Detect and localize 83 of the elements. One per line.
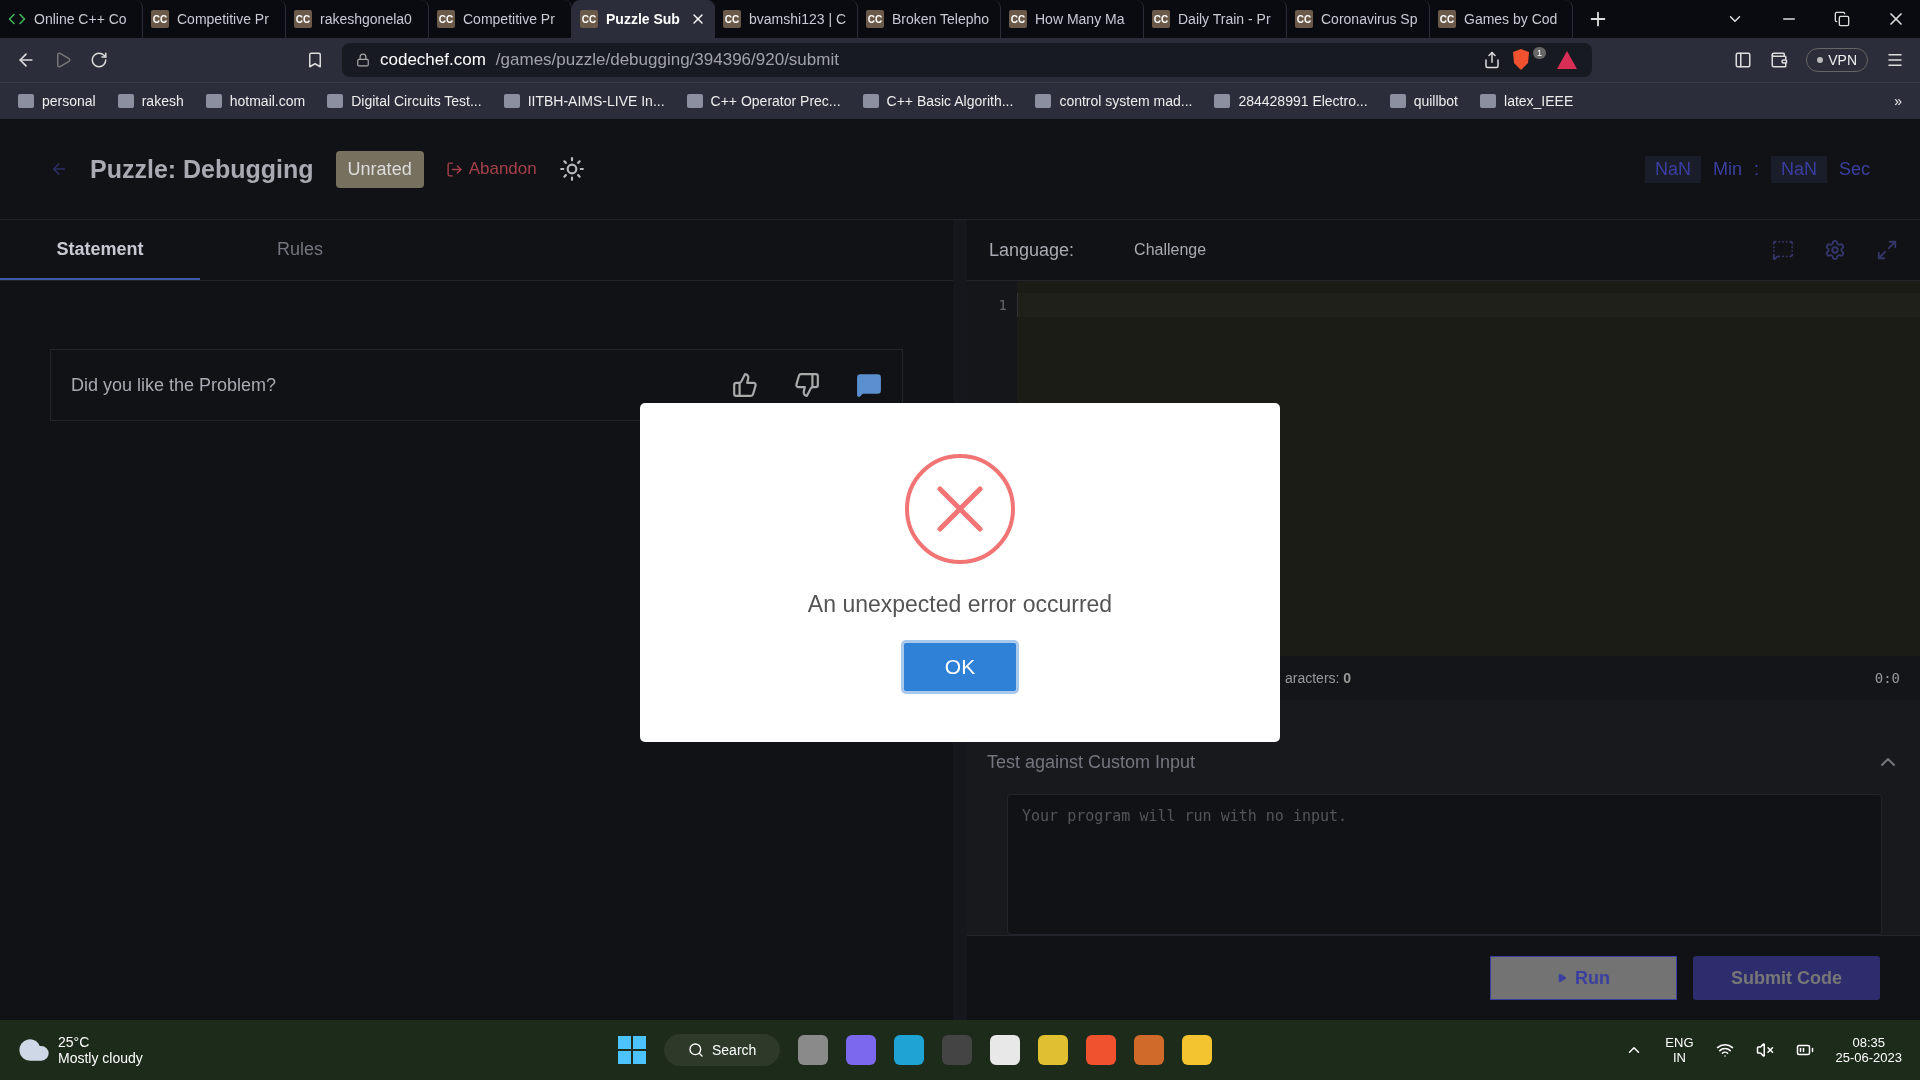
page-title: Puzzle: Debugging — [90, 154, 314, 184]
site-icon — [1389, 94, 1406, 108]
favicon-icon: CC — [723, 10, 741, 28]
start-icon[interactable] — [618, 1036, 646, 1064]
bookmark-link[interactable]: personal — [18, 93, 96, 109]
bookmark-link[interactable]: C++ Basic Algorith... — [862, 93, 1014, 109]
site-icon — [327, 94, 344, 108]
wifi-icon[interactable] — [1715, 1041, 1734, 1059]
character-count: aracters: 0 — [1285, 670, 1353, 686]
language-value[interactable]: Challenge — [1134, 241, 1207, 259]
address-bar[interactable]: codechef.com /games/puzzle/debugging/394396/920/submit 1 — [342, 43, 1592, 77]
rating-badge: Unrated — [335, 150, 424, 188]
reload-icon[interactable] — [90, 51, 108, 69]
line-number: 1 — [997, 297, 1007, 313]
site-icon — [1214, 94, 1231, 108]
minutes-label: Min — [1712, 158, 1742, 180]
play-icon — [1557, 973, 1567, 983]
site-icon — [1035, 94, 1052, 108]
custom-input-field[interactable]: Your program will run with no input. — [1007, 794, 1882, 935]
lock-icon — [356, 53, 370, 67]
weather-text: Mostly cloudy — [58, 1050, 143, 1066]
theme-toggle-icon[interactable] — [558, 156, 585, 182]
clock[interactable]: 08:35 25-06-2023 — [1835, 1035, 1902, 1065]
panel-tab[interactable]: Statement — [0, 220, 200, 280]
input-language[interactable]: ENG IN — [1665, 1035, 1694, 1065]
favicon-icon: CC — [437, 10, 455, 28]
bookmark-link[interactable]: IITBH-AIMS-LIVE In... — [503, 93, 665, 109]
share-icon[interactable] — [1483, 51, 1501, 69]
favicon-icon: CC — [1438, 10, 1456, 28]
favicon-icon: CC — [1295, 10, 1313, 28]
url-domain: codechef.com — [380, 50, 486, 70]
cursor-position: 0:0 — [1874, 670, 1900, 686]
favicon-icon: CC — [1009, 10, 1027, 28]
thumbs-down-icon[interactable] — [794, 372, 820, 398]
exit-icon — [445, 160, 463, 178]
search-icon — [688, 1042, 704, 1058]
bookmark-link[interactable]: control system mad... — [1035, 93, 1193, 109]
site-icon — [205, 94, 222, 108]
sidebar-icon[interactable] — [1734, 51, 1753, 69]
comment-icon[interactable] — [856, 372, 882, 398]
panel-tab[interactable]: Rules — [200, 220, 400, 280]
custom-input-title: Test against Custom Input — [987, 751, 1196, 773]
bookmark-link[interactable]: rakesh — [117, 93, 184, 109]
error-icon — [904, 453, 1016, 565]
search-button[interactable]: Search — [664, 1034, 781, 1066]
site-icon — [18, 94, 34, 108]
temperature: 25°C — [58, 1034, 91, 1050]
timer-separator: : — [1753, 158, 1759, 180]
wallet-icon[interactable] — [1770, 51, 1789, 69]
site-icon — [503, 94, 520, 108]
bookmark-link[interactable]: C++ Operator Prec... — [686, 93, 841, 109]
browser-tab[interactable]: CC Puzzle Sub — [572, 0, 715, 38]
bookmark-icon[interactable] — [306, 51, 324, 69]
shield-count: 1 — [1533, 47, 1546, 59]
thumbs-up-icon[interactable] — [732, 372, 758, 398]
triangle-icon[interactable] — [1556, 50, 1578, 70]
favicon-icon: CC — [151, 10, 169, 28]
mute-icon[interactable] — [1755, 1041, 1774, 1059]
url-path: /games/puzzle/debugging/394396/920/submit — [495, 50, 840, 70]
bookmark-link[interactable]: Digital Circuits Test... — [327, 93, 482, 109]
seconds-value: NaN — [1770, 155, 1827, 183]
seconds-label: Sec — [1838, 158, 1870, 180]
bookmark-link[interactable]: hotmail.com — [205, 93, 306, 109]
feedback-question: Did you like the Problem? — [71, 374, 278, 396]
favicon-icon: CC — [866, 10, 884, 28]
favicon-icon: CC — [1152, 10, 1170, 28]
site-icon — [117, 94, 134, 108]
site-icon — [862, 94, 879, 108]
site-icon — [1480, 94, 1496, 108]
favicon-icon: CC — [294, 10, 312, 28]
menu-icon[interactable] — [1886, 51, 1904, 69]
minutes-value: NaN — [1644, 155, 1701, 183]
site-icon — [686, 94, 703, 108]
shield-icon[interactable] — [1511, 49, 1531, 71]
language-label: Language: — [989, 239, 1075, 261]
ok-button[interactable]: OK — [901, 640, 1019, 694]
more-bookmarks[interactable]: » — [1894, 93, 1902, 109]
restore-icon[interactable] — [1834, 11, 1850, 27]
favicon-icon: CC — [580, 10, 598, 28]
forward-icon[interactable] — [54, 51, 72, 69]
bookmark-link[interactable]: quillbot — [1389, 93, 1458, 109]
bookmark-link[interactable]: latex_IEEE — [1480, 93, 1574, 109]
bookmark-link[interactable]: 284428991 Electro... — [1214, 93, 1368, 109]
